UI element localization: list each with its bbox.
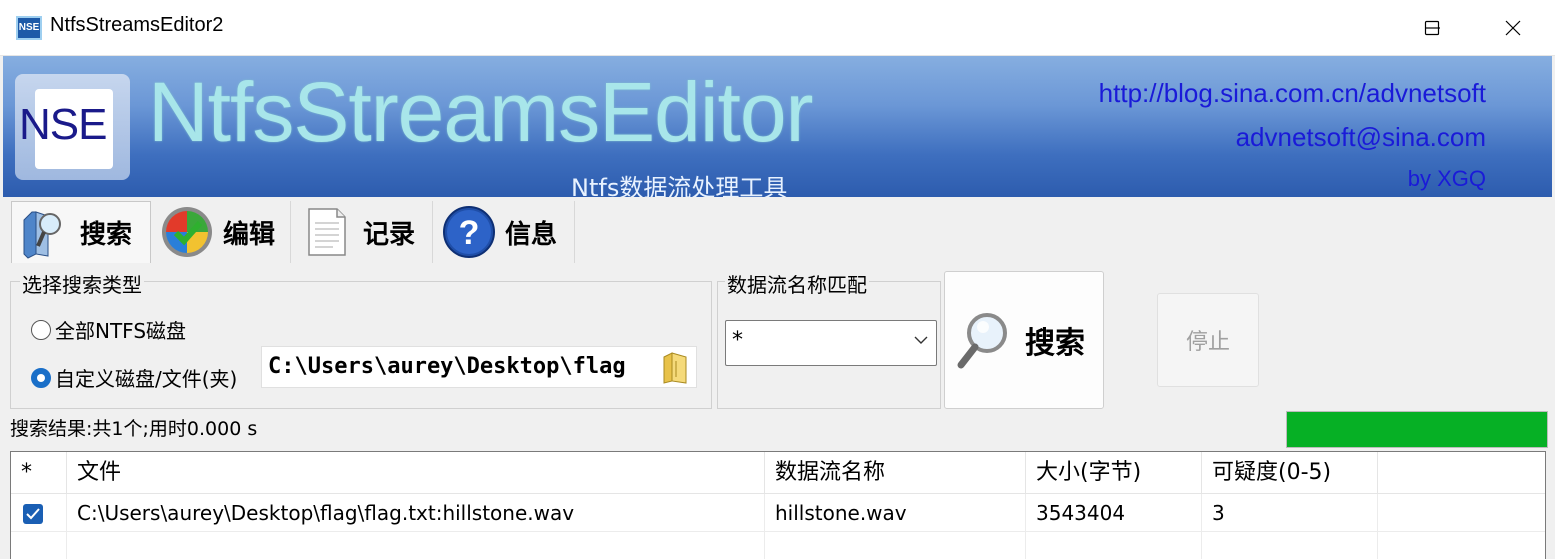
empty-row: [11, 532, 1545, 559]
chevron-down-icon: [914, 336, 928, 344]
tab-bar: 搜索 编辑 记录 ? 信息: [3, 197, 1552, 263]
checkmark-icon: [26, 508, 40, 520]
stop-button-label: 停止: [1185, 330, 1230, 355]
radio-label: 自定义磁盘/文件(夹): [55, 367, 238, 391]
close-icon: [1505, 20, 1521, 36]
nse-logo-text: NSE: [19, 100, 107, 149]
shield-check-icon: [159, 204, 215, 260]
search-type-legend: 选择搜索类型: [20, 269, 144, 298]
column-header-file[interactable]: 文件: [67, 452, 765, 494]
search-button-label: 搜索: [1025, 326, 1085, 361]
search-folder-icon: [16, 205, 72, 261]
empty-cell: [1026, 532, 1202, 559]
cell-size: 3543404: [1026, 494, 1202, 532]
radio-custom-path[interactable]: 自定义磁盘/文件(夹): [31, 363, 237, 392]
radio-label: 全部NTFS磁盘: [55, 319, 187, 343]
progress-fill: [1287, 412, 1547, 447]
combo-value: *: [732, 328, 743, 353]
empty-cell: [67, 532, 765, 559]
email-link[interactable]: advnetsoft@sina.com: [1236, 122, 1486, 153]
title-bar: NSE NtfsStreamsEditor2: [0, 0, 1555, 56]
maximize-icon: [1424, 20, 1440, 36]
search-button[interactable]: 搜索: [944, 271, 1104, 409]
banner: NSE NtfsStreamsEditor Ntfs数据流处理工具 http:/…: [3, 56, 1552, 197]
cell-stream: hillstone.wav: [765, 494, 1026, 532]
radio-circle-selected: [31, 367, 51, 388]
column-header-stream[interactable]: 数据流名称: [765, 452, 1026, 494]
empty-cell: [11, 532, 67, 559]
window-title: NtfsStreamsEditor2: [50, 14, 224, 36]
radio-circle: [31, 319, 51, 340]
search-panel: 选择搜索类型 全部NTFS磁盘 自定义磁盘/文件(夹) C:\Users\aur…: [3, 263, 1552, 409]
stream-match-legend: 数据流名称匹配: [725, 269, 869, 298]
cell-file: C:\Users\aurey\Desktop\flag\flag.txt:hil…: [67, 494, 765, 532]
browse-folder-button[interactable]: [662, 351, 690, 385]
tab-edit[interactable]: 编辑: [155, 201, 291, 263]
brand-title: NtfsStreamsEditor: [148, 65, 814, 159]
magnifier-icon: [957, 313, 1007, 369]
app-icon: NSE: [16, 16, 42, 40]
notepad-icon: [299, 204, 355, 260]
empty-cell: [765, 532, 1026, 559]
author-byline: by XGQ: [1407, 166, 1486, 191]
folder-icon: [663, 352, 687, 384]
close-button[interactable]: [1478, 0, 1548, 56]
results-table: * 文件 数据流名称 大小(字节) 可疑度(0-5) C:\Users\aure…: [10, 451, 1546, 559]
tab-info[interactable]: ? 信息: [437, 201, 575, 263]
stream-name-combo[interactable]: *: [725, 320, 937, 366]
path-value: C:\Users\aurey\Desktop\flag: [268, 354, 626, 379]
column-header-suspicion[interactable]: 可疑度(0-5): [1202, 452, 1378, 494]
search-status: 搜索结果:共1个;用时0.000 s: [10, 418, 258, 440]
nse-logo: NSE: [15, 74, 130, 180]
tab-log[interactable]: 记录: [295, 201, 433, 263]
column-header-size[interactable]: 大小(字节): [1026, 452, 1202, 494]
tab-label: 记录: [363, 219, 416, 250]
tab-label: 搜索: [80, 220, 133, 250]
path-input[interactable]: C:\Users\aurey\Desktop\flag: [261, 346, 697, 388]
tab-search[interactable]: 搜索: [11, 201, 151, 263]
tab-label: 信息: [505, 219, 558, 250]
progress-bar: [1286, 411, 1548, 448]
maximize-button[interactable]: [1397, 0, 1467, 56]
row-checkbox[interactable]: [23, 504, 43, 524]
radio-all-ntfs[interactable]: 全部NTFS磁盘: [31, 315, 186, 344]
stop-button[interactable]: 停止: [1157, 293, 1259, 387]
svg-text:?: ?: [459, 214, 480, 252]
column-header-check[interactable]: *: [11, 452, 67, 494]
help-icon: ?: [441, 204, 497, 260]
cell-suspicion: 3: [1202, 494, 1378, 532]
brand-subtitle: Ntfs数据流处理工具: [571, 174, 788, 197]
table-header: * 文件 数据流名称 大小(字节) 可疑度(0-5): [11, 452, 1545, 494]
homepage-link[interactable]: http://blog.sina.com.cn/advnetsoft: [1099, 78, 1486, 109]
tab-label: 编辑: [223, 219, 276, 250]
table-row[interactable]: C:\Users\aurey\Desktop\flag\flag.txt:hil…: [11, 494, 1545, 532]
row-checkbox-cell: [11, 494, 67, 532]
empty-cell: [1202, 532, 1378, 559]
